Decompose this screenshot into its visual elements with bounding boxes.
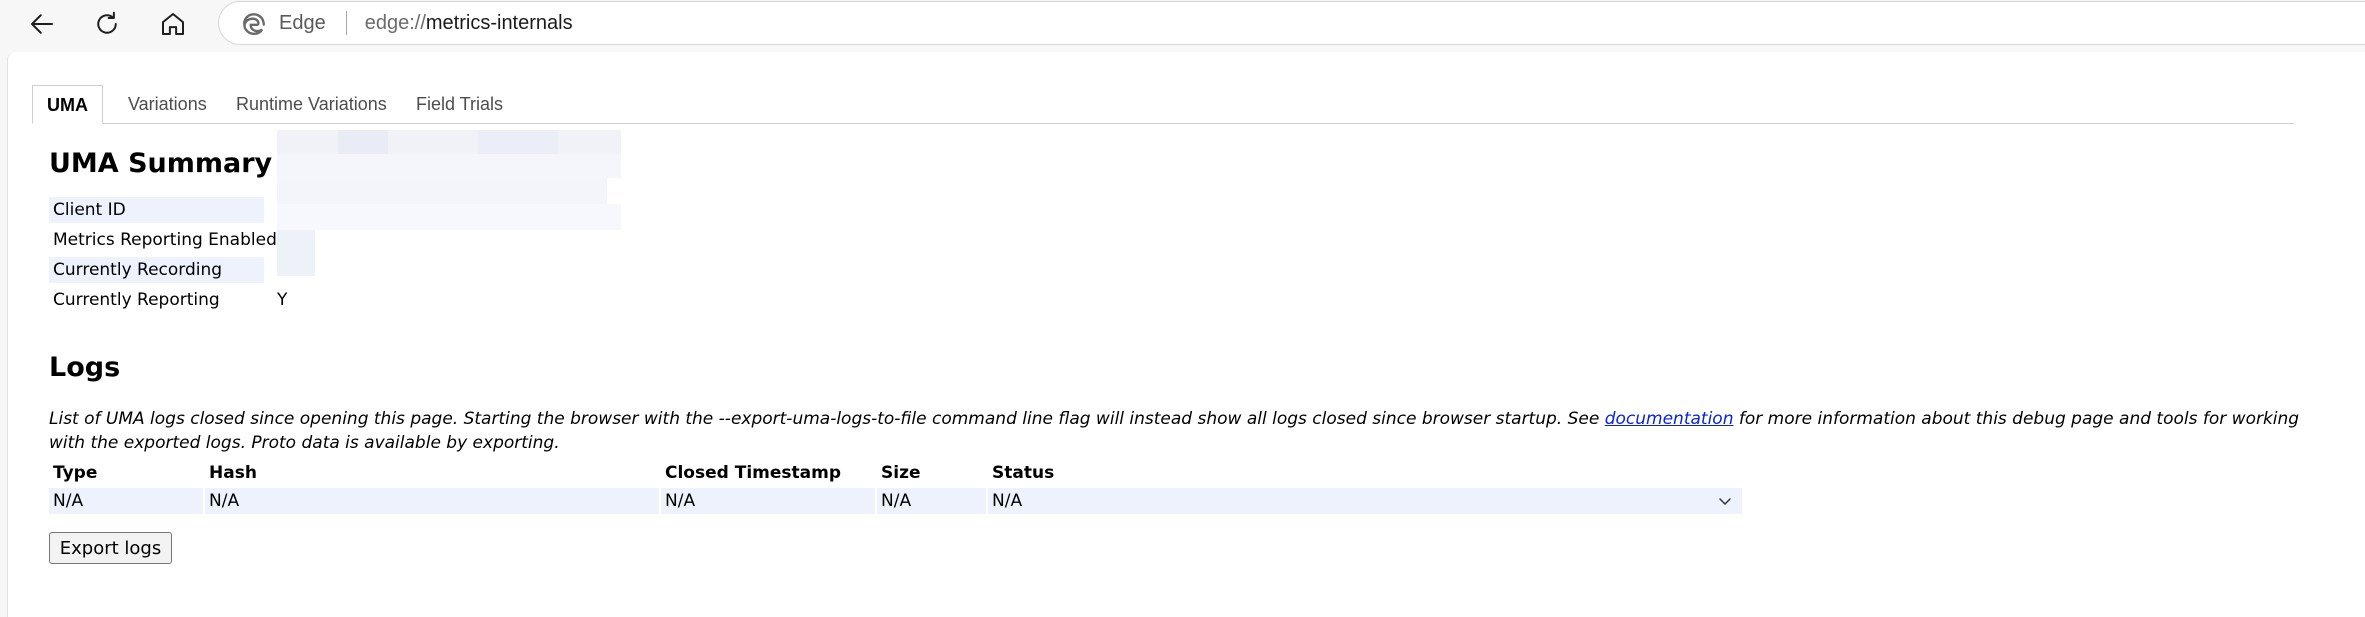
browser-toolbar: Edge edge://metrics-internals bbox=[0, 0, 2365, 52]
back-button[interactable] bbox=[20, 2, 64, 46]
summary-row: Metrics Reporting Enabled t bbox=[49, 227, 284, 253]
tab-runtime-variations[interactable]: Runtime Variations bbox=[236, 85, 387, 123]
browser-brand-label: Edge bbox=[279, 11, 326, 34]
summary-label: Currently Reporting bbox=[53, 290, 220, 310]
table-cell: N/A bbox=[877, 488, 986, 514]
edge-logo-icon bbox=[243, 13, 265, 36]
table-cell: N/A bbox=[661, 488, 875, 514]
tab-strip: UMA Variations Runtime Variations Field … bbox=[32, 85, 2294, 124]
url-scheme: edge:// bbox=[364, 11, 426, 34]
tab-variations[interactable]: Variations bbox=[128, 85, 207, 123]
table-cell: N/A bbox=[49, 488, 203, 514]
summary-row: Client ID c bbox=[49, 197, 286, 223]
table-cell: N/A bbox=[992, 491, 1023, 511]
url-host: metrics-internals bbox=[425, 11, 573, 34]
refresh-button[interactable] bbox=[85, 2, 129, 46]
export-logs-button[interactable]: Export logs bbox=[49, 532, 172, 564]
logs-description-text: List of UMA logs closed since opening th… bbox=[49, 409, 1605, 429]
summary-label: Client ID bbox=[49, 197, 264, 223]
column-header-type: Type bbox=[53, 463, 98, 483]
page-content: UMA Variations Runtime Variations Field … bbox=[7, 52, 2365, 617]
address-bar[interactable]: Edge edge://metrics-internals bbox=[218, 1, 2365, 45]
summary-label: Currently Recording bbox=[49, 257, 264, 283]
documentation-link[interactable]: documentation bbox=[1605, 409, 1734, 429]
summary-row: Currently Reporting Y bbox=[49, 287, 287, 313]
chevron-down-icon[interactable] bbox=[1718, 494, 1732, 508]
summary-row: Currently Recording Y bbox=[49, 257, 287, 283]
logs-title: Logs bbox=[49, 352, 121, 383]
uma-summary-title: UMA Summary bbox=[49, 148, 273, 179]
column-header-status: Status bbox=[992, 463, 1055, 483]
tab-uma[interactable]: UMA bbox=[32, 85, 103, 124]
logs-description: List of UMA logs closed since opening th… bbox=[49, 407, 2339, 455]
table-cell: N/A bbox=[205, 488, 659, 514]
home-button[interactable] bbox=[151, 2, 195, 46]
tab-field-trials[interactable]: Field Trials bbox=[416, 85, 503, 123]
table-row-status[interactable]: N/A bbox=[988, 488, 1742, 514]
summary-value: Y bbox=[277, 290, 288, 310]
refresh-icon bbox=[97, 11, 117, 34]
back-arrow-icon bbox=[31, 14, 53, 34]
column-header-closed-timestamp: Closed Timestamp bbox=[665, 463, 841, 483]
address-separator bbox=[345, 11, 347, 35]
home-icon bbox=[162, 13, 184, 35]
column-header-size: Size bbox=[881, 463, 921, 483]
summary-label: Metrics Reporting Enabled bbox=[53, 230, 277, 250]
url-text[interactable]: edge://metrics-internals bbox=[365, 12, 573, 35]
column-header-hash: Hash bbox=[209, 463, 257, 483]
